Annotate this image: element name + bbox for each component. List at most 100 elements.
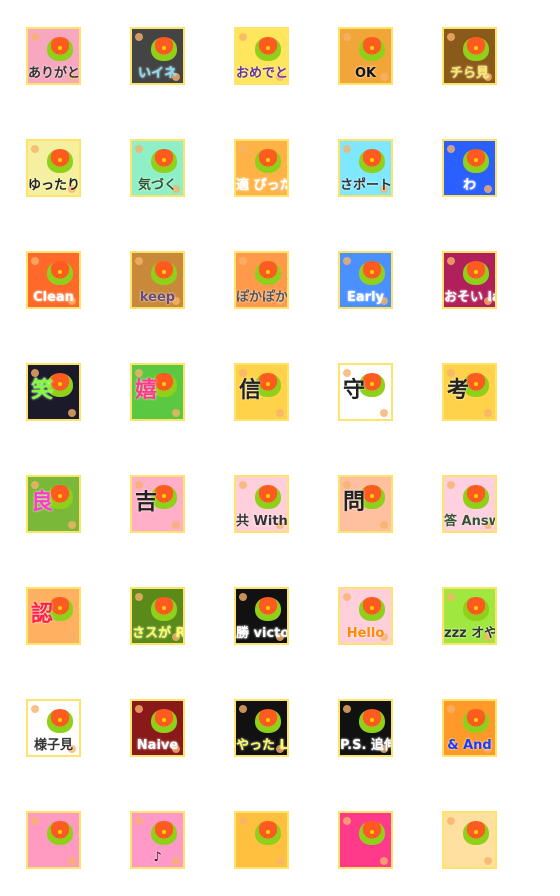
- sticker-label: やった Lucky: [236, 738, 288, 753]
- sticker-tile[interactable]: [26, 811, 81, 869]
- lovebird-icon: [47, 37, 73, 61]
- decoration-dot: [343, 705, 351, 713]
- sticker-tile[interactable]: 信: [234, 363, 289, 421]
- lovebird-icon: [255, 597, 281, 621]
- sticker-tile[interactable]: 気づく: [130, 139, 185, 197]
- lovebird-icon: [47, 821, 73, 845]
- sticker-tile[interactable]: 問: [338, 475, 393, 533]
- sticker-label: 気づく: [137, 178, 177, 193]
- lovebird-icon: [255, 261, 281, 285]
- decoration-dot: [343, 33, 351, 41]
- decoration-dot: [68, 857, 76, 865]
- sticker-tile[interactable]: Hello: [338, 587, 393, 645]
- sticker-tile[interactable]: おめでと: [234, 27, 289, 85]
- sticker-tile[interactable]: Clean: [26, 251, 81, 309]
- sticker-tile[interactable]: やった Lucky: [234, 699, 289, 757]
- decoration-dot: [31, 593, 39, 601]
- sticker-tile[interactable]: 嬉: [130, 363, 185, 421]
- sticker-tile[interactable]: 共 With: [234, 475, 289, 533]
- decoration-dot: [239, 817, 247, 825]
- decoration-dot: [68, 521, 76, 529]
- sticker-tile[interactable]: [234, 811, 289, 869]
- sticker-label: 信: [239, 378, 262, 403]
- decoration-dot: [343, 257, 351, 265]
- decoration-dot: [447, 145, 455, 153]
- sticker-label: 答 Answer: [444, 514, 495, 529]
- sticker-tile[interactable]: ゆったり: [26, 139, 81, 197]
- sticker-tile[interactable]: 勝 victory: [234, 587, 289, 645]
- sticker-tile[interactable]: ぽかぽか Warm: [234, 251, 289, 309]
- lovebird-icon: [463, 597, 489, 621]
- decoration-dot: [380, 409, 388, 417]
- sticker-label: OK: [354, 66, 377, 81]
- sticker-tile[interactable]: 笑: [26, 363, 81, 421]
- sticker-tile[interactable]: 守: [338, 363, 393, 421]
- sticker-label: 吉: [135, 490, 158, 515]
- sticker-tile[interactable]: わ: [442, 139, 497, 197]
- sticker-tile[interactable]: 考: [442, 363, 497, 421]
- sticker-tile[interactable]: [442, 811, 497, 869]
- sticker-tile[interactable]: 認: [26, 587, 81, 645]
- sticker-tile[interactable]: 適 ぴったり: [234, 139, 289, 197]
- lovebird-icon: [255, 821, 281, 845]
- sticker-tile[interactable]: Naive: [130, 699, 185, 757]
- decoration-dot: [343, 369, 351, 377]
- sticker-tile[interactable]: OK: [338, 27, 393, 85]
- sticker-tile[interactable]: [338, 811, 393, 869]
- decoration-dot: [276, 409, 284, 417]
- sticker-tile[interactable]: Early: [338, 251, 393, 309]
- sticker-label: わ: [462, 178, 476, 193]
- sticker-tile[interactable]: ♪: [130, 811, 185, 869]
- sticker-label: いイネ: [137, 66, 177, 81]
- lovebird-icon: [359, 37, 385, 61]
- sticker-tile[interactable]: おそい late: [442, 251, 497, 309]
- sticker-tile[interactable]: 良: [26, 475, 81, 533]
- lovebird-icon: [151, 261, 177, 285]
- sticker-tile[interactable]: keep: [130, 251, 185, 309]
- sticker-tile[interactable]: いイネ: [130, 27, 185, 85]
- decoration-dot: [343, 817, 351, 825]
- decoration-dot: [31, 145, 39, 153]
- sticker-label: 認: [31, 602, 54, 627]
- decoration-dot: [135, 369, 143, 377]
- sticker-label: 嬉: [135, 378, 158, 403]
- lovebird-icon: [359, 709, 385, 733]
- decoration-dot: [343, 481, 351, 489]
- decoration-dot: [31, 481, 39, 489]
- sticker-label: 勝 victory: [236, 626, 289, 641]
- sticker-tile[interactable]: さスが Respect: [130, 587, 185, 645]
- sticker-tile[interactable]: & And: [442, 699, 497, 757]
- sticker-grid: ありがと いイネ おめでと OK チら見ゆったり 気づく 適 ぴったり さポート わ Clean k…: [26, 27, 497, 869]
- lovebird-icon: [255, 709, 281, 733]
- lovebird-icon: [151, 597, 177, 621]
- decoration-dot: [31, 369, 39, 377]
- sticker-label: ありがと: [28, 66, 81, 81]
- lovebird-icon: [255, 149, 281, 173]
- sticker-tile[interactable]: 吉: [130, 475, 185, 533]
- sticker-label: さスが Respect: [132, 626, 185, 641]
- sticker-tile[interactable]: チら見: [442, 27, 497, 85]
- sticker-label: P.S. 追伸: [340, 738, 393, 753]
- sticker-label: & And: [447, 738, 492, 753]
- decoration-dot: [135, 145, 143, 153]
- decoration-dot: [447, 257, 455, 265]
- decoration-dot: [135, 705, 143, 713]
- sticker-label: 良: [31, 490, 54, 515]
- sticker-label: 共 With: [236, 514, 288, 529]
- sticker-label: Early: [347, 290, 384, 305]
- sticker-tile[interactable]: さポート: [338, 139, 393, 197]
- sticker-tile[interactable]: 答 Answer: [442, 475, 497, 533]
- decoration-dot: [239, 257, 247, 265]
- decoration-dot: [135, 593, 143, 601]
- decoration-dot: [484, 409, 492, 417]
- decoration-dot: [239, 369, 247, 377]
- sticker-tile[interactable]: ありがと: [26, 27, 81, 85]
- lovebird-icon: [151, 37, 177, 61]
- sticker-label: 守: [343, 378, 366, 403]
- decoration-dot: [239, 593, 247, 601]
- sticker-tile[interactable]: P.S. 追伸: [338, 699, 393, 757]
- decoration-dot: [447, 369, 455, 377]
- lovebird-icon: [151, 821, 177, 845]
- sticker-tile[interactable]: zzz オやスみ: [442, 587, 497, 645]
- sticker-tile[interactable]: 様子見: [26, 699, 81, 757]
